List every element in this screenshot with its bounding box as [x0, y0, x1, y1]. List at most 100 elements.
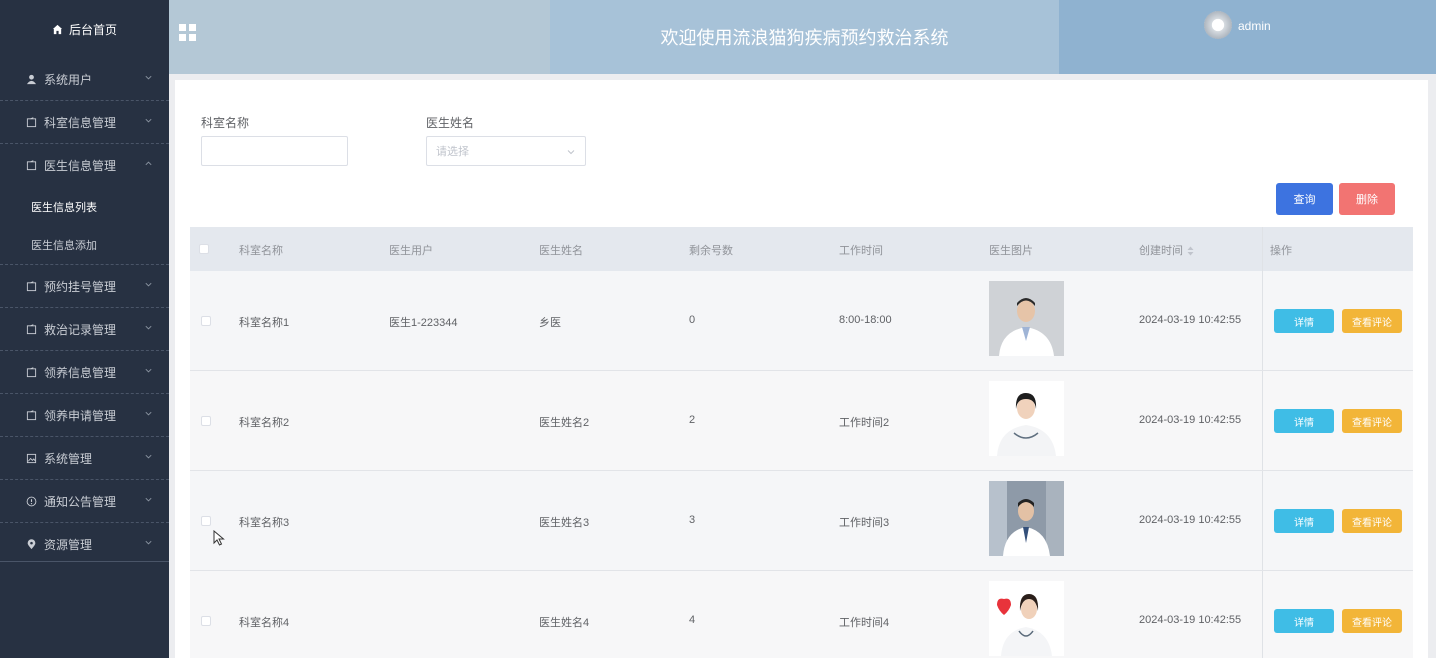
cell-created: 2024-03-19 10:42:55	[1139, 414, 1242, 426]
chevron-down-icon	[567, 150, 575, 155]
username[interactable]: admin	[1238, 19, 1271, 33]
detail-button[interactable]: 详情	[1274, 609, 1334, 633]
col-header: 创建时间	[1139, 245, 1183, 257]
cell-name: 医生姓名2	[539, 417, 590, 429]
sidebar-item-label: 预约挂号管理	[44, 279, 117, 294]
chevron-down-icon	[145, 540, 152, 545]
folder-icon	[25, 116, 37, 128]
column-divider	[1262, 471, 1263, 570]
sidebar-item-label: 系统管理	[44, 451, 93, 466]
chevron-down-icon	[145, 118, 152, 123]
sidebar-item-booking[interactable]: 预约挂号管理	[0, 265, 169, 308]
row-checkbox[interactable]	[201, 316, 211, 326]
cell-worktime: 工作时间3	[839, 517, 890, 529]
sidebar-item-notice[interactable]: 通知公告管理	[0, 480, 169, 523]
sidebar-home[interactable]: 后台首页	[0, 0, 169, 58]
review-button[interactable]: 查看评论	[1342, 509, 1402, 533]
dept-filter-input[interactable]	[201, 136, 348, 166]
doctor-photo[interactable]	[989, 481, 1064, 556]
page-title: 欢迎使用流浪猫狗疾病预约救治系统	[660, 28, 949, 48]
sidebar-item-system[interactable]: 系统管理	[0, 437, 169, 480]
chevron-down-icon	[145, 75, 152, 80]
chevron-down-icon	[145, 282, 152, 287]
cell-remaining: 3	[689, 514, 696, 526]
row-checkbox[interactable]	[201, 416, 211, 426]
mouse-cursor-icon	[213, 530, 225, 546]
col-header-created[interactable]: 创建时间	[1139, 242, 1194, 258]
detail-button[interactable]: 详情	[1274, 409, 1334, 433]
review-button[interactable]: 查看评论	[1342, 609, 1402, 633]
cell-name: 乡医	[539, 317, 561, 329]
doctor-filter-select[interactable]: 请选择	[426, 136, 586, 166]
table-row: 科室名称3 医生姓名3 3 工作时间3 2024-03-19 10:42:55 …	[190, 471, 1413, 571]
search-button[interactable]: 查询	[1276, 183, 1333, 215]
sidebar-item-label: 医生信息管理	[44, 159, 117, 173]
review-button[interactable]: 查看评论	[1342, 309, 1402, 333]
col-header: 科室名称	[239, 245, 283, 257]
header-title: 欢迎使用流浪猫狗疾病预约救治系统	[550, 0, 1059, 74]
sidebar-subitem-doctor-add[interactable]: 医生信息添加	[0, 226, 169, 265]
avatar[interactable]	[1204, 11, 1232, 39]
cell-worktime: 工作时间4	[839, 617, 890, 629]
cell-created: 2024-03-19 10:42:55	[1139, 614, 1242, 626]
sidebar-item-treatment[interactable]: 救治记录管理	[0, 308, 169, 351]
detail-button[interactable]: 详情	[1274, 309, 1334, 333]
review-button[interactable]: 查看评论	[1342, 409, 1402, 433]
cell-dept: 科室名称4	[239, 617, 290, 629]
row-checkbox[interactable]	[201, 516, 211, 526]
cell-remaining: 2	[689, 414, 696, 426]
grid-menu-icon[interactable]	[179, 24, 196, 41]
chevron-down-icon	[145, 454, 152, 459]
sidebar-item-resource[interactable]: 资源管理	[0, 523, 169, 566]
sort-icon[interactable]	[1187, 246, 1194, 256]
doctor-filter-label: 医生姓名	[426, 116, 475, 130]
cell-remaining: 0	[689, 314, 696, 326]
row-checkbox[interactable]	[201, 616, 211, 626]
picture-icon	[25, 452, 37, 464]
sidebar-item-label: 领养申请管理	[44, 408, 117, 423]
column-divider	[1262, 571, 1263, 658]
doctor-photo[interactable]	[989, 281, 1064, 356]
chevron-up-icon	[145, 161, 152, 166]
home-icon	[52, 24, 63, 34]
sidebar-item-adoption[interactable]: 领养信息管理	[0, 351, 169, 394]
sidebar-item-label: 科室信息管理	[44, 115, 117, 130]
sidebar-item-doctor[interactable]: 医生信息管理	[0, 144, 169, 187]
folder-icon	[25, 160, 37, 172]
sidebar-item-adoption-apply[interactable]: 领养申请管理	[0, 394, 169, 437]
column-divider	[1262, 227, 1263, 271]
sidebar-divider	[0, 561, 169, 562]
delete-button[interactable]: 删除	[1339, 183, 1395, 215]
sidebar-item-users[interactable]: 系统用户	[0, 58, 169, 101]
location-icon	[25, 539, 37, 551]
cell-dept: 科室名称2	[239, 417, 290, 429]
table-row: 科室名称4 医生姓名4 4 工作时间4 2024-03-19 10:42:55 …	[190, 571, 1413, 658]
sidebar-subitem-label: 医生信息添加	[31, 240, 97, 252]
column-divider	[1262, 271, 1263, 370]
chevron-down-icon	[145, 497, 152, 502]
sidebar-item-dept[interactable]: 科室信息管理	[0, 101, 169, 144]
cell-worktime: 8:00-18:00	[839, 314, 892, 326]
folder-icon	[25, 409, 37, 421]
sidebar-item-label: 救治记录管理	[44, 322, 117, 337]
cell-dept: 科室名称1	[239, 317, 290, 329]
sidebar: 后台首页 系统用户 科室信息管理 医生信息管理 医生信息列表 医生信息添加 预约…	[0, 0, 169, 658]
doctor-filter-placeholder: 请选择	[436, 146, 469, 158]
cell-worktime: 工作时间2	[839, 417, 890, 429]
detail-button[interactable]: 详情	[1274, 509, 1334, 533]
table-row: 科室名称2 医生姓名2 2 工作时间2 2024-03-19 10:42:55 …	[190, 371, 1413, 471]
cell-name: 医生姓名3	[539, 517, 590, 529]
doctor-photo[interactable]	[989, 381, 1064, 456]
chevron-down-icon	[145, 325, 152, 330]
doctor-table: 科室名称 医生用户 医生姓名 剩余号数 工作时间 医生图片 创建时间 操作 科室…	[190, 227, 1413, 658]
folder-icon	[25, 323, 37, 335]
doctor-photo[interactable]	[989, 581, 1064, 656]
sidebar-subitem-doctor-list[interactable]: 医生信息列表	[0, 187, 169, 226]
user-icon	[25, 73, 37, 85]
col-header: 医生姓名	[539, 245, 583, 257]
cell-user: 医生1-223344	[389, 317, 458, 329]
select-all-checkbox[interactable]	[199, 244, 209, 254]
col-header: 操作	[1270, 245, 1292, 257]
cell-dept: 科室名称3	[239, 517, 290, 529]
col-header: 医生用户	[389, 245, 433, 257]
